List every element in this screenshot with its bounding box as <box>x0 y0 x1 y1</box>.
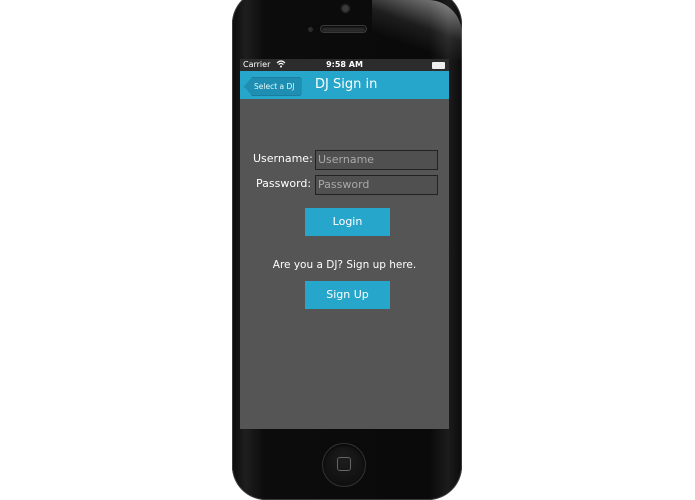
status-bar: Carrier 9:58 AM <box>240 59 449 71</box>
home-button[interactable] <box>322 443 366 487</box>
signup-prompt: Are you a DJ? Sign up here. <box>272 259 417 271</box>
front-camera <box>341 4 350 13</box>
navigation-bar: Select a DJ DJ Sign in <box>240 71 449 99</box>
page-title: DJ Sign in <box>315 77 378 92</box>
app-screen: Carrier 9:58 AM Select a DJ DJ Sign in U… <box>240 59 449 429</box>
home-square-icon <box>337 457 351 471</box>
login-button[interactable]: Login <box>305 208 390 236</box>
battery-icon <box>432 62 445 69</box>
password-label: Password: <box>256 177 312 190</box>
phone-glare <box>372 0 462 60</box>
password-input[interactable] <box>315 175 438 195</box>
back-button[interactable]: Select a DJ <box>244 77 302 96</box>
phone-frame: Carrier 9:58 AM Select a DJ DJ Sign in U… <box>232 0 462 500</box>
proximity-sensor <box>308 27 313 32</box>
status-time: 9:58 AM <box>326 60 363 69</box>
earpiece-speaker <box>321 26 366 32</box>
username-label: Username: <box>253 152 313 165</box>
username-input[interactable] <box>315 150 438 170</box>
sign-up-button[interactable]: Sign Up <box>305 281 390 309</box>
